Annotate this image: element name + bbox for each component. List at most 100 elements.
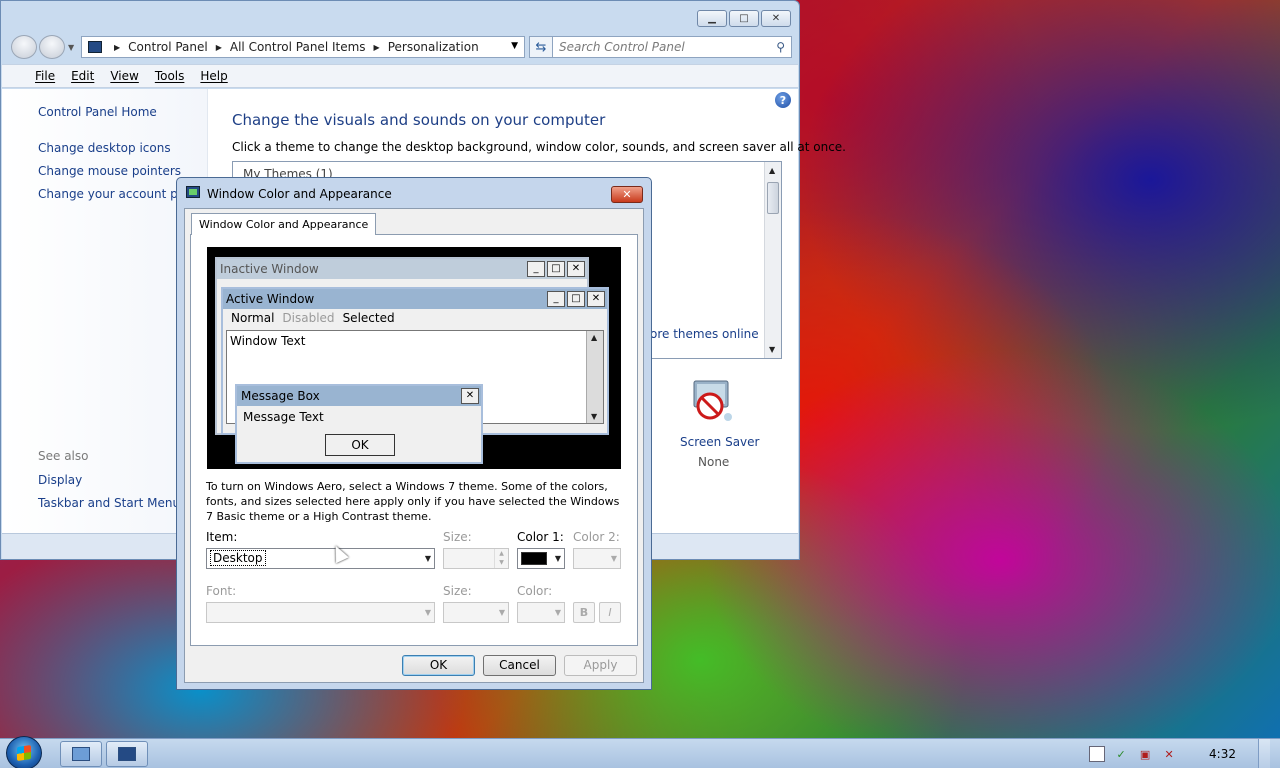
control-panel-icon — [118, 747, 136, 761]
dialog-titlebar[interactable]: Window Color and Appearance ✕ — [177, 178, 651, 208]
item-selected-value: Desktop — [210, 550, 266, 566]
control-panel-app-icon[interactable] — [106, 741, 148, 767]
preview-menu-disabled[interactable]: Disabled — [278, 311, 338, 325]
breadcrumb-control-panel[interactable]: Control Panel — [128, 40, 208, 54]
sidebar-desktop-icons-link[interactable]: Change desktop icons — [38, 141, 171, 155]
menu-tools[interactable]: Tools — [147, 69, 193, 83]
chevron-down-icon[interactable]: ▼ — [611, 549, 617, 568]
remote-desktop-app-icon[interactable] — [60, 741, 102, 767]
see-also-heading: See also — [38, 449, 89, 463]
search-icon[interactable]: ⚲ — [776, 40, 785, 54]
preview-msgbox-buttons: ✕ — [461, 388, 479, 404]
close-button[interactable]: ✕ — [761, 10, 791, 27]
color2-picker[interactable]: ▼ — [573, 548, 621, 569]
sidebar-home-link[interactable]: Control Panel Home — [38, 105, 157, 119]
search-input[interactable]: Search Control Panel ⚲ — [552, 36, 792, 58]
preview-active-buttons: _ □ ✕ — [547, 291, 605, 307]
breadcrumb-separator-icon[interactable]: ▶ — [374, 43, 380, 52]
preview-close-icon: ✕ — [587, 291, 605, 307]
chevron-down-icon[interactable]: ▼ — [555, 549, 561, 568]
preview-msgbox-title[interactable]: Message Box — [237, 386, 481, 406]
bold-button[interactable]: B — [573, 602, 595, 623]
preview-scrollbar[interactable]: ▲ ▼ — [586, 331, 603, 423]
sidebar-display-link[interactable]: Display — [38, 473, 82, 487]
breadcrumb-all-items[interactable]: All Control Panel Items — [230, 40, 366, 54]
more-themes-link[interactable]: ore themes online — [650, 327, 759, 341]
tab-panel: Inactive Window _ □ ✕ Active Window _ □ … — [190, 234, 638, 646]
preview-close-icon: ✕ — [567, 261, 585, 277]
breadcrumb-separator-icon[interactable]: ▶ — [114, 43, 120, 52]
refresh-icon[interactable]: ⇆ — [529, 36, 553, 58]
italic-button[interactable]: I — [599, 602, 621, 623]
menu-edit[interactable]: Edit — [63, 69, 102, 83]
preview-close-icon: ✕ — [461, 388, 479, 404]
preview-menu-normal[interactable]: Normal — [227, 311, 278, 325]
help-icon[interactable]: ? — [775, 92, 791, 108]
chevron-down-icon[interactable]: ▼ — [499, 603, 505, 622]
font-dropdown[interactable]: ▼ — [206, 602, 435, 623]
minimize-button[interactable]: ▁ — [697, 10, 727, 27]
page-title: Change the visuals and sounds on your co… — [232, 111, 606, 129]
aero-info-text: To turn on Windows Aero, select a Window… — [206, 480, 620, 523]
spinner-arrows-icon[interactable]: ▲ ▼ — [494, 549, 508, 568]
scroll-down-icon: ▼ — [591, 412, 598, 421]
dialog-close-button[interactable]: ✕ — [611, 186, 643, 203]
sidebar-account-picture-link[interactable]: Change your account pict — [38, 187, 192, 201]
chevron-down-icon[interactable]: ▼ — [425, 549, 431, 568]
screen-saver-link[interactable]: Screen Saver — [680, 435, 759, 449]
menu-help[interactable]: Help — [192, 69, 235, 83]
appearance-preview[interactable]: Inactive Window _ □ ✕ Active Window _ □ … — [207, 247, 621, 469]
tab-window-color[interactable]: Window Color and Appearance — [191, 213, 377, 235]
scroll-up-icon: ▲ — [591, 333, 598, 342]
item-dropdown[interactable]: Desktop ▼ — [206, 548, 435, 569]
theme-list-scrollbar[interactable]: ▲ ▼ — [764, 162, 781, 358]
font-color-picker[interactable]: ▼ — [517, 602, 565, 623]
show-desktop-button[interactable] — [1258, 739, 1270, 768]
menu-bar: File Edit View Tools Help — [2, 64, 798, 88]
recent-pages-dropdown-icon[interactable]: ▼ — [68, 43, 74, 52]
ok-button[interactable]: OK — [402, 655, 475, 676]
menu-file[interactable]: File — [27, 69, 63, 83]
size-spinner[interactable]: ▲ ▼ — [443, 548, 509, 569]
font-size-dropdown[interactable]: ▼ — [443, 602, 509, 623]
sidebar-mouse-pointers-link[interactable]: Change mouse pointers — [38, 164, 181, 178]
preview-window-text[interactable]: Window Text — [230, 334, 305, 348]
font-label: Font: — [206, 584, 237, 598]
clock[interactable]: 4:32 — [1209, 747, 1236, 761]
action-center-icon[interactable] — [1089, 746, 1106, 762]
menu-view[interactable]: View — [102, 69, 146, 83]
address-bar[interactable]: ▶ Control Panel ▶ All Control Panel Item… — [81, 36, 525, 58]
address-dropdown-icon[interactable]: ▼ — [511, 41, 518, 51]
taskbar: ✓ ▣ ✕ 4:32 — [0, 736, 1280, 768]
scroll-down-icon[interactable]: ▼ — [769, 345, 775, 354]
start-button[interactable] — [6, 736, 42, 768]
scroll-up-icon[interactable]: ▲ — [769, 166, 775, 175]
color1-picker[interactable]: ▼ — [517, 548, 565, 569]
font-color-label: Color: — [517, 584, 553, 598]
windows-logo-icon — [17, 745, 31, 761]
network-icon[interactable]: ✓ — [1113, 746, 1129, 762]
network-adapter-icon[interactable]: ▣ — [1137, 746, 1153, 762]
back-arrow-icon[interactable] — [11, 35, 37, 59]
window-color-dialog: Window Color and Appearance ✕ Window Col… — [176, 177, 652, 690]
forward-arrow-icon[interactable] — [39, 35, 65, 59]
maximize-button[interactable]: □ — [729, 10, 759, 27]
apply-button[interactable]: Apply — [564, 655, 637, 676]
scroll-thumb[interactable] — [767, 182, 779, 214]
preview-inactive-buttons: _ □ ✕ — [527, 261, 585, 277]
screen-saver-icon[interactable] — [688, 379, 734, 425]
display-settings-icon — [186, 186, 200, 198]
breadcrumb-separator-icon[interactable]: ▶ — [216, 43, 222, 52]
chevron-down-icon[interactable]: ▼ — [555, 603, 561, 622]
preview-msgbox-ok-button[interactable]: OK — [325, 434, 395, 456]
preview-menu-selected[interactable]: Selected — [339, 311, 399, 325]
chevron-down-icon[interactable]: ▼ — [425, 603, 431, 622]
preview-msgbox-text[interactable]: Message Text — [243, 410, 324, 424]
volume-muted-icon[interactable]: ✕ — [1161, 746, 1177, 762]
cancel-button[interactable]: Cancel — [483, 655, 556, 676]
sidebar-taskbar-link[interactable]: Taskbar and Start Menu — [38, 496, 180, 510]
preview-message-box[interactable]: Message Box ✕ Message Text OK — [235, 384, 483, 464]
dialog-client: Window Color and Appearance Inactive Win… — [184, 208, 644, 683]
item-label: Item: — [206, 530, 238, 544]
breadcrumb-personalization[interactable]: Personalization — [388, 40, 479, 54]
